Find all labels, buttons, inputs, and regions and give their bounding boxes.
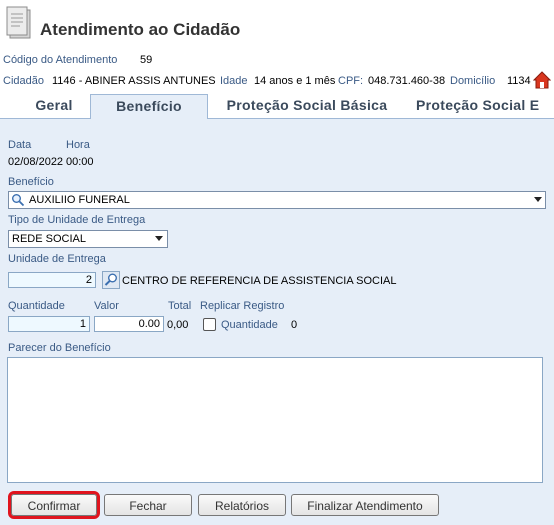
document-icon (4, 4, 34, 42)
domicilio-value: 1134 (507, 75, 531, 87)
valor-label: Valor (94, 300, 119, 312)
data-label: Data (8, 139, 32, 151)
cpf-label: CPF: (338, 75, 364, 87)
idade-label: Idade (220, 75, 248, 87)
data-value: 02/08/2022 (8, 156, 64, 168)
quantidade-label: Quantidade (8, 300, 65, 312)
relatorios-button[interactable]: Relatórios (198, 494, 286, 516)
tipo-unidade-select[interactable]: REDE SOCIAL (8, 230, 168, 248)
replicar-checkbox[interactable] (203, 318, 216, 331)
total-value: 0,00 (167, 319, 189, 331)
tab-beneficio[interactable]: Benefício (90, 94, 208, 120)
cidadao-value: 1146 - ABINER ASSIS ANTUNES (52, 75, 216, 87)
tab-protecao-social-especial[interactable]: Proteção Social E (416, 94, 554, 117)
chevron-down-icon (155, 236, 163, 241)
search-icon (11, 193, 25, 207)
codigo-atendimento-value: 59 (140, 54, 153, 66)
hora-value: 00:00 (66, 156, 94, 168)
quantidade-input[interactable]: 1 (8, 316, 90, 332)
total-label: Total (168, 300, 192, 312)
valor-input[interactable]: 0.00 (94, 316, 164, 332)
tipo-unidade-label: Tipo de Unidade de Entrega (8, 214, 146, 226)
tab-geral[interactable]: Geral (14, 94, 94, 117)
home-icon[interactable] (532, 71, 552, 89)
chevron-down-icon (534, 197, 542, 202)
confirmar-button[interactable]: Confirmar (8, 491, 100, 519)
tab-protecao-social-basica[interactable]: Proteção Social Básica (214, 94, 400, 117)
parecer-label: Parecer do Benefício (8, 342, 111, 354)
unidade-entrega-label: Unidade de Entrega (8, 253, 106, 265)
search-button[interactable] (102, 271, 120, 289)
domicilio-label: Domicílio (450, 75, 496, 87)
replicar-registro-label: Replicar Registro (200, 300, 285, 312)
replicar-quantidade-label: Quantidade (221, 319, 278, 331)
tipo-unidade-selected-value: REDE SOCIAL (12, 233, 86, 245)
beneficio-selected-value: AUXILIIO FUNERAL (29, 194, 130, 206)
beneficio-label: Benefício (8, 176, 54, 188)
beneficio-select[interactable]: AUXILIIO FUNERAL (8, 191, 546, 209)
search-icon (104, 273, 117, 286)
unidade-nome: CENTRO DE REFERENCIA DE ASSISTENCIA SOCI… (122, 275, 397, 287)
fechar-button[interactable]: Fechar (104, 494, 192, 516)
unidade-codigo-input[interactable]: 2 (8, 272, 96, 288)
cpf-value: 048.731.460-38 (368, 75, 446, 87)
cidadao-label: Cidadão (3, 75, 44, 87)
parecer-textarea[interactable] (7, 357, 543, 483)
idade-value: 14 anos e 1 mês (254, 75, 336, 87)
finalizar-atendimento-button[interactable]: Finalizar Atendimento (291, 494, 439, 516)
hora-label: Hora (66, 139, 90, 151)
codigo-atendimento-label: Código do Atendimento (3, 54, 118, 66)
replicar-quantidade-value: 0 (291, 319, 298, 331)
page-title: Atendimento ao Cidadão (40, 20, 241, 39)
